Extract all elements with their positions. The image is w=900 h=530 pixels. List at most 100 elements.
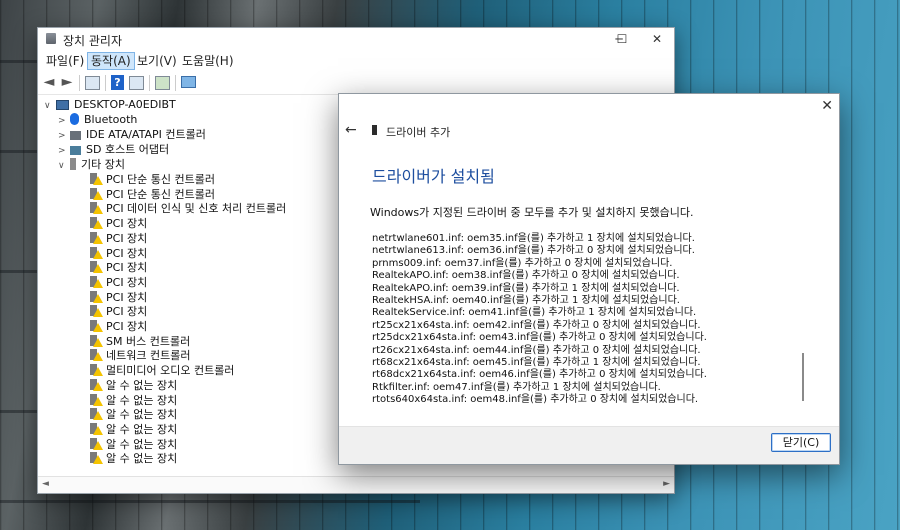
properties-icon[interactable] — [85, 76, 100, 90]
device-label: PCI 장치 — [106, 305, 148, 319]
scroll-right-icon[interactable]: ► — [663, 479, 670, 489]
device-label: PCI 장치 — [106, 231, 148, 245]
warning-icon — [90, 378, 103, 392]
horizontal-scrollbar[interactable]: ◄ ► — [38, 476, 674, 493]
close-button[interactable]: 닫기(C) — [771, 433, 831, 452]
device-list-item[interactable]: 알 수 없는 장치 — [90, 407, 177, 422]
tree-root[interactable]: ∨ DESKTOP-A0EDIBT — [44, 97, 176, 112]
menu-help[interactable]: 도움말(H) — [179, 53, 237, 69]
device-list-item[interactable]: 알 수 없는 장치 — [90, 378, 177, 393]
device-label: SM 버스 컨트롤러 — [106, 334, 191, 348]
menu-action[interactable]: 동작(A) — [87, 52, 135, 70]
warning-icon — [90, 231, 103, 245]
help-icon[interactable]: ? — [111, 75, 124, 90]
result-line: prnms009.inf: oem37.inf을(를) 추가하고 0 장치에 설… — [372, 257, 673, 269]
category-label: IDE ATA/ATAPI 컨트롤러 — [86, 128, 206, 141]
device-label: PCI 장치 — [106, 275, 148, 289]
device-list-item[interactable]: PCI 장치 — [90, 260, 147, 275]
bluetooth-icon — [70, 113, 79, 125]
device-list-item[interactable]: 알 수 없는 장치 — [90, 451, 177, 466]
tree-category-other-devices[interactable]: ∨ 기타 장치 — [58, 157, 125, 172]
warning-icon — [90, 217, 103, 230]
result-line: RealtekAPO.inf: oem39.inf을(를) 추가하고 1 장치에… — [372, 282, 680, 294]
monitor-icon[interactable] — [181, 76, 196, 88]
device-list-item[interactable]: 알 수 없는 장치 — [90, 393, 177, 408]
forward-arrow-icon[interactable]: ► — [59, 75, 75, 90]
warning-icon — [90, 320, 103, 333]
collapse-chevron-icon[interactable]: ∨ — [44, 99, 56, 114]
tree-category-ide[interactable]: > IDE ATA/ATAPI 컨트롤러 — [58, 127, 206, 142]
warning-icon — [90, 452, 103, 465]
warning-icon — [90, 393, 103, 407]
scroll-left-icon[interactable]: ◄ — [42, 479, 49, 489]
warning-icon — [90, 261, 103, 274]
device-list-item[interactable]: PCI 단순 통신 컨트롤러 — [90, 187, 215, 202]
result-line: rt68cx21x64sta.inf: oem45.inf을(를) 추가하고 1… — [372, 356, 701, 368]
collapse-chevron-icon[interactable]: ∨ — [58, 159, 70, 174]
toolbar-separator — [149, 75, 150, 91]
warning-icon — [90, 202, 103, 215]
device-list-item[interactable]: 멀티미디어 오디오 컨트롤러 — [90, 363, 234, 378]
result-line: RealtekAPO.inf: oem38.inf을(를) 추가하고 0 장치에… — [372, 270, 680, 282]
device-label: 알 수 없는 장치 — [106, 393, 178, 407]
tree-category-bluetooth[interactable]: > Bluetooth — [58, 112, 137, 127]
result-line: rt25cx21x64sta.inf: oem42.inf을(를) 추가하고 0… — [372, 319, 701, 331]
device-label: PCI 장치 — [106, 320, 148, 333]
category-label: Bluetooth — [84, 113, 138, 126]
toolbar-separator — [105, 75, 106, 91]
device-label: PCI 데이터 인식 및 신호 처리 컨트롤러 — [106, 202, 287, 216]
toolbar: ◄ ► ? — [38, 72, 674, 95]
toolbar-separator — [175, 75, 176, 91]
device-list-item[interactable]: PCI 장치 — [90, 246, 147, 261]
scan-hardware-icon[interactable] — [155, 76, 170, 90]
result-line: rt25dcx21x64sta.inf: oem43.inf을(를) 추가하고 … — [372, 332, 707, 344]
device-list-item[interactable]: 네트워크 컨트롤러 — [90, 348, 190, 363]
result-line: Rtkfilter.inf: oem47.inf을(를) 추가하고 1 장치에 … — [372, 381, 661, 393]
view-icon[interactable] — [129, 76, 144, 90]
device-list-item[interactable]: SM 버스 컨트롤러 — [90, 334, 190, 349]
results-scrollbar[interactable] — [802, 233, 806, 412]
scrollbar-thumb[interactable] — [802, 353, 804, 401]
device-label: 알 수 없는 장치 — [106, 422, 178, 436]
device-label: 알 수 없는 장치 — [106, 408, 178, 422]
install-results-list: netrtwlane601.inf: oem35.inf을(를) 추가하고 1 … — [372, 233, 802, 406]
maximize-button[interactable]: ☐ — [607, 30, 637, 48]
warning-icon — [90, 437, 103, 451]
device-icon — [372, 125, 377, 135]
device-list-item[interactable]: PCI 장치 — [90, 216, 147, 231]
dialog-footer: 닫기(C) — [339, 426, 839, 464]
menu-view[interactable]: 보기(V) — [134, 53, 180, 69]
device-list-item[interactable]: PCI 데이터 인식 및 신호 처리 컨트롤러 — [90, 201, 286, 216]
result-line: rt26cx21x64sta.inf: oem44.inf을(를) 추가하고 0… — [372, 344, 701, 356]
dialog-message: Windows가 지정된 드라이버 중 모두를 추가 및 설치하지 못했습니다. — [370, 206, 694, 219]
warning-icon — [90, 334, 103, 348]
back-arrow-icon[interactable]: ◄ — [41, 75, 57, 90]
device-list-item[interactable]: PCI 장치 — [90, 304, 147, 319]
device-label: PCI 단순 통신 컨트롤러 — [106, 187, 216, 201]
back-arrow-icon[interactable]: ← — [345, 122, 357, 138]
menu-file[interactable]: 파일(F) — [43, 53, 87, 69]
warning-icon — [90, 364, 103, 377]
warning-icon — [90, 246, 103, 260]
device-list-item[interactable]: 알 수 없는 장치 — [90, 422, 177, 437]
result-line: netrtwlane613.inf: oem36.inf을(를) 추가하고 0 … — [372, 245, 695, 257]
menu-bar: 파일(F) 동작(A) 보기(V) 도움말(H) — [38, 51, 674, 71]
tree-category-sd-host[interactable]: > SD 호스트 어댑터 — [58, 142, 169, 157]
warning-icon — [90, 173, 103, 186]
device-list-item[interactable]: PCI 장치 — [90, 275, 147, 290]
device-label: PCI 장치 — [106, 246, 148, 260]
window-title: 장치 관리자 — [63, 34, 123, 48]
device-list-item[interactable]: PCI 단순 통신 컨트롤러 — [90, 172, 215, 187]
dialog-close-icon[interactable]: ✕ — [821, 98, 833, 114]
dialog-header: 드라이버 추가 — [386, 126, 451, 139]
close-button[interactable]: ✕ — [642, 30, 672, 48]
device-list-item[interactable]: PCI 장치 — [90, 290, 147, 305]
warning-icon — [90, 275, 103, 289]
device-list-item[interactable]: 알 수 없는 장치 — [90, 437, 177, 452]
device-list-item[interactable]: PCI 장치 — [90, 319, 147, 334]
warning-icon — [90, 349, 103, 362]
result-line: netrtwlane601.inf: oem35.inf을(를) 추가하고 1 … — [372, 233, 695, 244]
title-bar: 장치 관리자 ─ ☐ ✕ — [38, 28, 674, 50]
dialog-heading: 드라이버가 설치됨 — [372, 167, 495, 186]
device-list-item[interactable]: PCI 장치 — [90, 231, 147, 246]
